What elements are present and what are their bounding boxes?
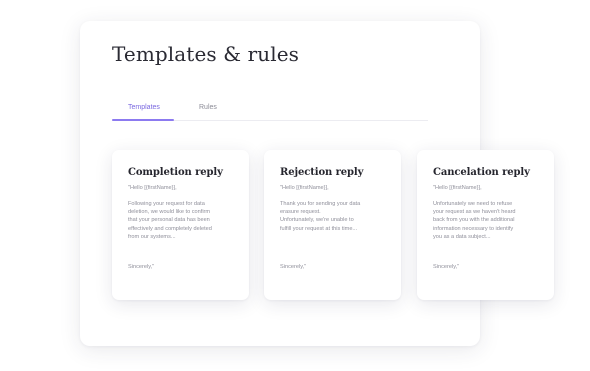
card-body-line: Following your request for data — [128, 201, 205, 207]
card-body-line: back from you with the additional — [433, 217, 515, 224]
card-greeting: "Hello [{firstName}], — [280, 185, 329, 191]
card-title: Completion reply — [128, 167, 223, 178]
active-tab-indicator — [112, 119, 174, 121]
template-card-completion[interactable]: Completion reply "Hello [{firstName}], F… — [112, 150, 249, 300]
tab-bar: Templates Rules — [112, 100, 428, 121]
tab-rules[interactable]: Rules — [199, 104, 217, 111]
card-body-line: effectively and completely deleted — [128, 225, 212, 232]
card-signoff: Sincerely," — [280, 264, 307, 270]
card-body: Thank you for sending your data erasure … — [280, 200, 390, 233]
template-card-cancelation[interactable]: Cancelation reply "Hello [{firstName}], … — [417, 150, 554, 300]
card-body-line: Unfortunately, we're unable to — [280, 217, 354, 224]
card-body-line: fulfill your request at this time... — [280, 225, 358, 232]
card-greeting: "Hello [{firstName}], — [128, 185, 177, 191]
card-body-line: your request as we haven't heard — [433, 209, 516, 216]
card-body-line: deletion, we would like to confirm — [128, 209, 211, 216]
card-body-line: information necessary to identify — [433, 225, 514, 232]
card-body-line: from our systems... — [128, 233, 176, 240]
page-title: Templates & rules — [112, 42, 300, 66]
card-greeting: "Hello [{firstName}], — [433, 185, 482, 191]
card-body-line: you as a data subject... — [433, 233, 491, 240]
card-title: Cancelation reply — [433, 167, 530, 178]
card-body: Following your request for data deletion… — [128, 200, 238, 241]
card-title: Rejection reply — [280, 167, 364, 178]
card-body-line: that your personal data has been — [128, 217, 210, 224]
card-signoff: Sincerely," — [128, 264, 155, 270]
tab-templates[interactable]: Templates — [128, 104, 160, 111]
card-body: Unfortunately we need to refuse your req… — [433, 200, 543, 241]
card-body-line: Thank you for sending your data — [280, 201, 361, 207]
card-body-line: Unfortunately we need to refuse — [433, 201, 513, 207]
template-card-rejection[interactable]: Rejection reply "Hello [{firstName}], Th… — [264, 150, 401, 300]
card-signoff: Sincerely," — [433, 264, 460, 270]
card-body-line: erasure request. — [280, 209, 321, 216]
